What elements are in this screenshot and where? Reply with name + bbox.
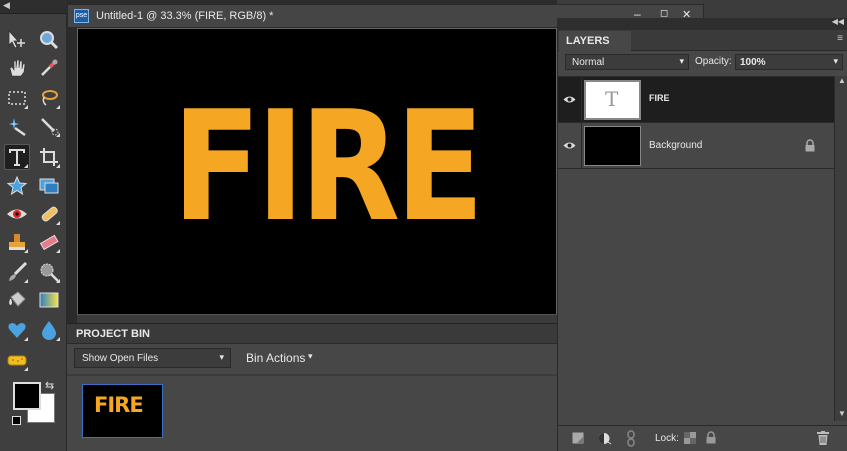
lock-transparency-icon[interactable] bbox=[684, 432, 696, 444]
eye-icon bbox=[563, 96, 576, 103]
layers-list: T FIRE Background bbox=[558, 76, 834, 421]
layers-tab-label: LAYERS bbox=[566, 35, 610, 47]
smart-brush-icon[interactable] bbox=[37, 260, 61, 284]
layers-scrollbar[interactable]: ▲ ▼ bbox=[834, 76, 847, 421]
project-bin-header: PROJECT BIN bbox=[67, 324, 557, 344]
blur-icon[interactable] bbox=[37, 318, 61, 342]
collapse-panels-icon[interactable]: ◀◀ bbox=[832, 17, 844, 26]
panel-menu-icon[interactable]: ≡ bbox=[837, 33, 843, 44]
scroll-up-icon[interactable]: ▲ bbox=[838, 76, 846, 85]
layer-visibility-toggle[interactable] bbox=[558, 77, 582, 123]
layer-name: FIRE bbox=[649, 93, 670, 103]
swap-colors-icon[interactable]: ⇆ bbox=[45, 379, 54, 392]
bin-files-dropdown[interactable]: Show Open Files ▾ bbox=[74, 348, 231, 368]
bin-actions-button[interactable]: Bin Actions ▾ bbox=[245, 349, 320, 367]
new-layer-icon[interactable] bbox=[572, 432, 584, 444]
open-file-thumbnail[interactable]: FIRE bbox=[82, 384, 163, 438]
type-icon[interactable] bbox=[4, 144, 30, 170]
thumbnail-text: FIRE bbox=[94, 393, 144, 417]
layer-name: Background bbox=[649, 140, 703, 151]
blend-mode-dropdown[interactable]: Normal ▾ bbox=[565, 54, 689, 70]
chevron-down-icon: ▾ bbox=[679, 56, 684, 66]
crop-icon[interactable] bbox=[37, 145, 61, 169]
blend-mode-value: Normal bbox=[572, 57, 605, 68]
layers-panel: LAYERS ≡ Normal ▾ Opacity: 100% ▾ T FIRE… bbox=[557, 30, 847, 451]
recompose-icon[interactable] bbox=[37, 174, 61, 198]
canvas-fire-text: FIRE bbox=[172, 78, 484, 255]
clone-stamp-icon[interactable] bbox=[5, 230, 29, 254]
document-canvas[interactable]: FIRE bbox=[77, 28, 557, 317]
project-bin: PROJECT BIN Show Open Files ▾ Bin Action… bbox=[67, 323, 557, 451]
zoom-icon[interactable] bbox=[37, 28, 61, 52]
lasso-icon[interactable] bbox=[37, 86, 61, 110]
type-layer-icon: T bbox=[605, 87, 619, 111]
scroll-down-icon[interactable]: ▼ bbox=[838, 409, 846, 418]
layer-thumbnail-background bbox=[584, 126, 641, 166]
layers-tab-bar: LAYERS ≡ bbox=[558, 30, 847, 51]
move-icon[interactable] bbox=[5, 28, 29, 52]
toolbox-header: ◀ bbox=[0, 0, 67, 14]
opacity-field[interactable]: 100% ▾ bbox=[735, 54, 843, 70]
selection-brush-icon[interactable] bbox=[37, 114, 61, 138]
sponge-icon[interactable] bbox=[5, 348, 29, 372]
cookie-cutter-icon[interactable] bbox=[5, 174, 29, 198]
lock-all-icon[interactable] bbox=[705, 431, 717, 444]
link-layers-icon[interactable] bbox=[627, 430, 635, 447]
opacity-value: 100% bbox=[740, 57, 766, 68]
collapse-toolbox-icon[interactable]: ◀ bbox=[3, 0, 10, 11]
default-colors-icon[interactable] bbox=[12, 416, 21, 425]
lock-label: Lock: bbox=[655, 433, 679, 444]
bin-files-dropdown-value: Show Open Files bbox=[82, 353, 159, 364]
chevron-down-icon: ▾ bbox=[308, 351, 313, 361]
bin-actions-label: Bin Actions bbox=[246, 351, 306, 365]
layer-visibility-toggle[interactable] bbox=[558, 123, 582, 169]
custom-shape-icon[interactable] bbox=[5, 318, 29, 342]
trash-icon[interactable] bbox=[817, 431, 829, 445]
foreground-color-swatch[interactable] bbox=[13, 382, 41, 410]
paint-bucket-icon[interactable] bbox=[5, 288, 29, 312]
spot-healing-icon[interactable] bbox=[37, 202, 61, 226]
brush-icon[interactable] bbox=[5, 260, 29, 284]
adjustment-layer-icon[interactable] bbox=[598, 432, 612, 445]
opacity-label: Opacity: bbox=[695, 56, 732, 67]
eyedropper-icon[interactable] bbox=[37, 56, 61, 80]
chevron-down-icon: ▾ bbox=[833, 56, 838, 66]
canvas-horizontal-scrollbar[interactable] bbox=[77, 314, 557, 323]
gradient-icon[interactable] bbox=[37, 288, 61, 312]
red-eye-icon[interactable] bbox=[5, 202, 29, 226]
eraser-icon[interactable] bbox=[37, 230, 61, 254]
document-title: Untitled-1 @ 33.3% (FIRE, RGB/8) * bbox=[96, 10, 274, 22]
layer-row-fire[interactable]: T FIRE bbox=[558, 77, 834, 123]
panel-dock-header: ◀◀ bbox=[557, 17, 847, 30]
hand-icon[interactable] bbox=[5, 56, 29, 80]
magic-wand-icon[interactable] bbox=[5, 114, 29, 138]
layer-row-background[interactable]: Background bbox=[558, 123, 834, 169]
layers-footer: Lock: bbox=[558, 425, 847, 451]
layer-thumbnail-text: T bbox=[584, 80, 641, 120]
marquee-icon[interactable] bbox=[5, 86, 29, 110]
divider bbox=[67, 374, 557, 376]
app-badge: pse bbox=[74, 9, 89, 23]
chevron-down-icon: ▾ bbox=[219, 352, 224, 362]
eye-icon bbox=[563, 142, 576, 149]
project-bin-title: PROJECT BIN bbox=[76, 328, 150, 340]
lock-icon bbox=[805, 139, 815, 152]
